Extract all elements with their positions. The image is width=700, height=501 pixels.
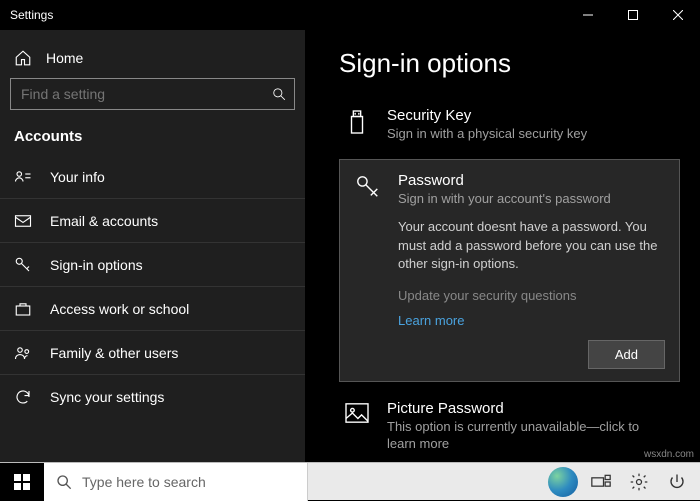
taskbar-right	[546, 463, 700, 501]
option-password[interactable]: Password Sign in with your account's pas…	[339, 159, 680, 382]
card-title: Security Key	[387, 107, 668, 124]
minimize-button[interactable]	[565, 0, 610, 30]
nav-label: Access work or school	[50, 301, 189, 317]
usb-key-icon	[343, 107, 371, 143]
nav-sync-settings[interactable]: Sync your settings	[0, 375, 305, 419]
card-sub: Sign in with your account's password	[398, 191, 665, 208]
nav-label: Your info	[50, 169, 105, 185]
card-title: Password	[398, 172, 665, 189]
sidebar: Home Accounts Your info Email & accounts	[0, 30, 305, 462]
add-button[interactable]: Add	[588, 340, 665, 369]
edge-icon[interactable]	[546, 463, 580, 501]
home-label: Home	[46, 50, 83, 66]
search-icon	[56, 474, 72, 490]
page-title: Sign-in options	[339, 48, 680, 79]
category-header: Accounts	[0, 120, 305, 155]
nav-list: Your info Email & accounts Sign-in optio…	[0, 155, 305, 419]
update-questions-link[interactable]: Update your security questions	[398, 288, 665, 303]
taskbar-search[interactable]: Type here to search	[44, 463, 308, 501]
card-sub: Sign in with a physical security key	[387, 126, 668, 143]
learn-more-link[interactable]: Learn more	[398, 313, 665, 328]
search-box[interactable]	[10, 78, 295, 110]
window-title: Settings	[10, 8, 565, 22]
card-body: Security Key Sign in with a physical sec…	[387, 107, 668, 143]
window-controls	[565, 0, 700, 30]
home-icon	[14, 49, 32, 67]
search-wrap	[0, 78, 305, 120]
task-view-icon[interactable]	[584, 463, 618, 501]
nav-label: Sync your settings	[50, 389, 164, 405]
option-security-key[interactable]: Security Key Sign in with a physical sec…	[339, 97, 680, 155]
main-panel: Sign-in options Security Key Sign in wit…	[305, 30, 700, 462]
maximize-button[interactable]	[610, 0, 655, 30]
nav-label: Family & other users	[50, 345, 178, 361]
card-body: Picture Password This option is currentl…	[387, 400, 668, 453]
card-actions: Add	[398, 340, 665, 369]
nav-email-accounts[interactable]: Email & accounts	[0, 199, 305, 243]
key-icon	[14, 256, 32, 274]
settings-window: Settings Home Accounts Your i	[0, 0, 700, 462]
picture-icon	[343, 400, 371, 453]
taskbar: Type here to search	[0, 462, 700, 500]
settings-icon[interactable]	[622, 463, 656, 501]
watermark: wsxdn.com	[644, 449, 694, 460]
search-input[interactable]	[21, 86, 272, 102]
home-button[interactable]: Home	[0, 38, 305, 78]
titlebar: Settings	[0, 0, 700, 30]
nav-family-users[interactable]: Family & other users	[0, 331, 305, 375]
briefcase-icon	[14, 300, 32, 318]
taskbar-search-placeholder: Type here to search	[82, 474, 206, 490]
card-message: Your account doesnt have a password. You…	[398, 218, 665, 275]
nav-access-work-school[interactable]: Access work or school	[0, 287, 305, 331]
key-icon	[354, 172, 382, 369]
people-icon	[14, 344, 32, 362]
card-title: Picture Password	[387, 400, 668, 417]
card-sub: This option is currently unavailable—cli…	[387, 419, 668, 453]
start-button[interactable]	[0, 463, 44, 501]
search-icon	[272, 87, 286, 101]
sync-icon	[14, 388, 32, 406]
close-button[interactable]	[655, 0, 700, 30]
option-picture-password[interactable]: Picture Password This option is currentl…	[339, 390, 680, 462]
mail-icon	[14, 212, 32, 230]
nav-sign-in-options[interactable]: Sign-in options	[0, 243, 305, 287]
power-icon[interactable]	[660, 463, 694, 501]
person-card-icon	[14, 168, 32, 186]
nav-label: Email & accounts	[50, 213, 158, 229]
nav-your-info[interactable]: Your info	[0, 155, 305, 199]
nav-label: Sign-in options	[50, 257, 143, 273]
card-body: Password Sign in with your account's pas…	[398, 172, 665, 369]
content-area: Home Accounts Your info Email & accounts	[0, 30, 700, 462]
windows-icon	[14, 474, 30, 490]
